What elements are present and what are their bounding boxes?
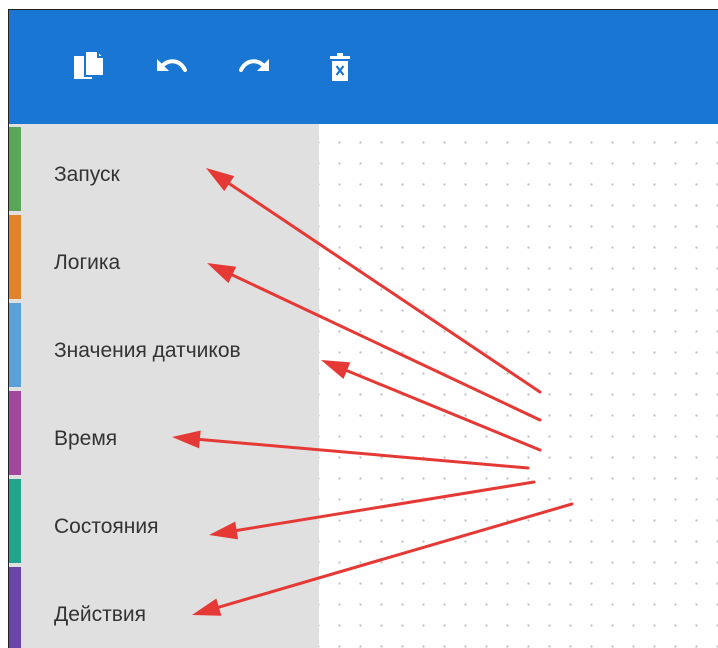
- category-start[interactable]: Запуск: [9, 127, 319, 215]
- category-color-stripe: [9, 479, 21, 563]
- copy-icon: [73, 50, 105, 86]
- category-color-stripe: [9, 215, 21, 299]
- trash-icon: [329, 53, 351, 83]
- workspace-canvas[interactable]: [319, 124, 718, 648]
- category-label: Состояния: [54, 515, 159, 538]
- undo-icon: [154, 56, 188, 80]
- category-label: Действия: [54, 603, 147, 626]
- editor-window: Запуск Логика Значения датчиков Время Со…: [8, 9, 718, 648]
- category-label: Значения датчиков: [54, 339, 241, 362]
- redo-icon: [238, 56, 272, 80]
- category-logic[interactable]: Логика: [9, 215, 319, 303]
- toolbar: [9, 10, 718, 124]
- category-label: Логика: [54, 251, 121, 274]
- category-label: Время: [54, 427, 118, 450]
- category-label: Запуск: [54, 163, 120, 186]
- category-states[interactable]: Состояния: [9, 479, 319, 567]
- category-time[interactable]: Время: [9, 391, 319, 479]
- category-color-stripe: [9, 303, 21, 387]
- category-color-stripe: [9, 391, 21, 475]
- category-color-stripe: [9, 567, 21, 648]
- delete-button[interactable]: [318, 46, 362, 90]
- undo-button[interactable]: [149, 46, 193, 90]
- copy-button[interactable]: [67, 46, 111, 90]
- category-sensor-values[interactable]: Значения датчиков: [9, 303, 319, 391]
- category-color-stripe: [9, 127, 21, 211]
- category-actions[interactable]: Действия: [9, 567, 319, 648]
- redo-button[interactable]: [233, 46, 277, 90]
- block-category-sidebar: Запуск Логика Значения датчиков Время Со…: [9, 124, 319, 648]
